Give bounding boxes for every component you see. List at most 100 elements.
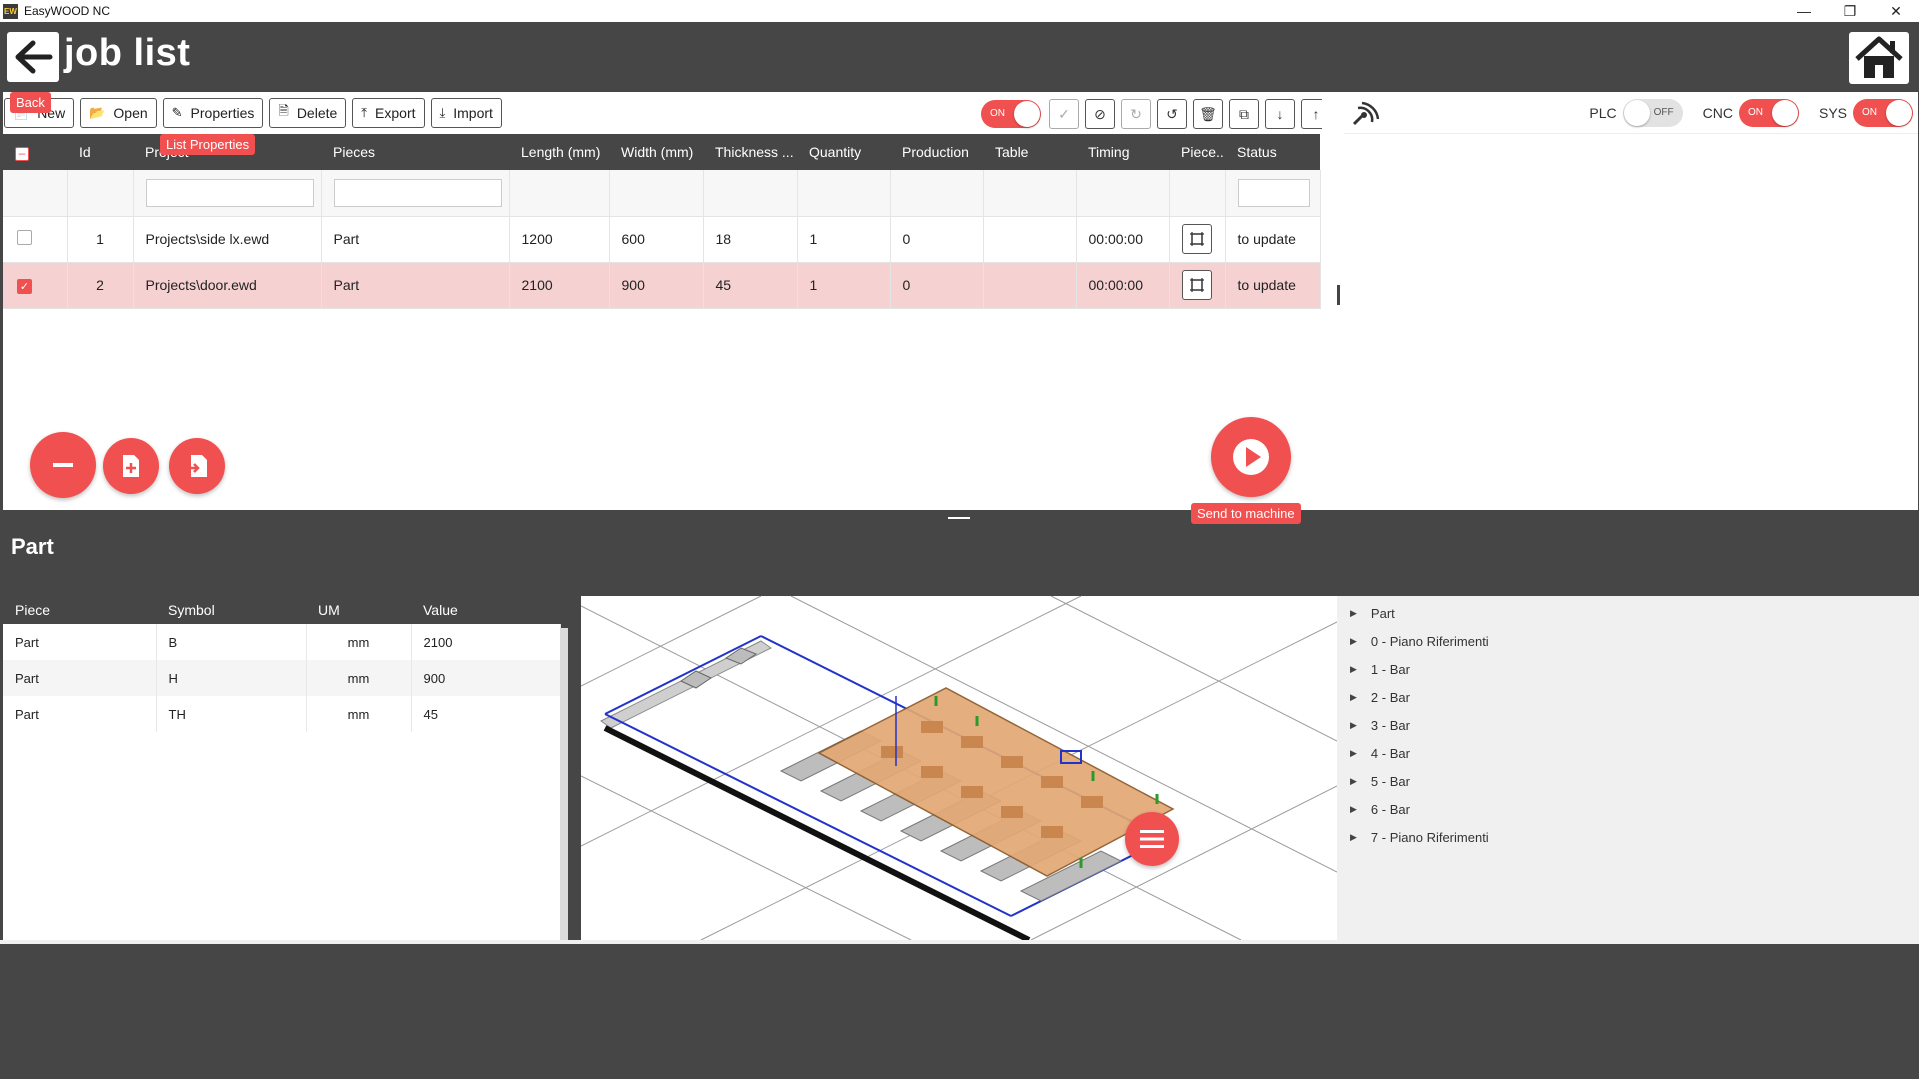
cell-pieces: Part [321,262,510,309]
cell-production: 0 [890,216,984,263]
open-label: Open [113,105,148,121]
file-import-icon [186,455,207,477]
sys-toggle[interactable]: ON [1853,99,1913,127]
machine-3d-viewer[interactable] [581,596,1337,940]
close-window-button[interactable]: ✕ [1873,0,1919,22]
trash-icon: 🗑 [1199,105,1217,122]
trash-icon-button[interactable]: 🗑 [1193,99,1223,129]
viewer-menu-button[interactable] [1125,812,1179,866]
column-header[interactable]: Value [411,596,560,624]
arrow-down-icon: ↓ [1276,106,1284,122]
column-header[interactable]: Status [1225,134,1320,170]
properties-button[interactable]: ✎ Properties [162,98,264,128]
select-all-header[interactable]: – [3,134,67,170]
column-header[interactable]: Length (mm) [509,134,609,170]
horizontal-splitter-handle[interactable] [948,517,970,519]
properties-label: Properties [190,105,255,121]
import-button[interactable]: ⤓ Import [430,98,502,128]
pieces-filter-input[interactable] [333,178,502,207]
expand-caret-icon[interactable]: ▶ [1350,776,1357,787]
bottom-panel-edge [0,940,1337,944]
select-all-checkbox[interactable]: – [15,146,29,161]
restore-button[interactable]: ❐ [1827,0,1873,22]
tree-item[interactable]: ▶ 0 - Piano Riferimenti [1337,627,1919,655]
upload-icon: ⤒ [361,105,368,120]
remove-button[interactable] [30,432,96,498]
add-file-button[interactable] [103,438,159,494]
column-header[interactable]: Symbol [156,596,306,624]
piece-preview-button[interactable] [1181,270,1212,300]
table-row[interactable]: Part B mm 2100 [3,624,561,660]
window-titlebar: EW EasyWOOD NC — ❐ ✕ [0,0,1919,22]
cell-length: 2100 [509,262,610,309]
refresh-icon-button[interactable]: ↻ [1121,99,1151,129]
cell-thickness: 18 [703,216,798,263]
delete-button[interactable]: 🗎 Delete [269,98,347,128]
minimize-button[interactable]: — [1781,0,1827,22]
cell-symbol: H [156,660,307,696]
row-checkbox[interactable]: ✓ [17,278,32,294]
machine-status-bar: PLC OFF CNC ON SYS ON [1344,92,1918,134]
send-to-machine-button[interactable] [1211,417,1291,497]
column-header[interactable]: Pieces [321,134,509,170]
project-filter-input[interactable] [145,178,314,207]
piece-preview-button[interactable] [1181,224,1212,254]
plc-toggle[interactable]: OFF [1622,99,1683,127]
tree-item[interactable]: ▶ 2 - Bar [1337,683,1919,711]
column-header[interactable]: UM [306,596,411,624]
tree-item[interactable]: ▶ 6 - Bar [1337,795,1919,823]
vertical-splitter-handle[interactable] [1337,285,1340,305]
column-header[interactable]: Piece... [1169,134,1225,170]
part-structure-tree: ▶ Part ▶ 0 - Piano Riferimenti ▶ 1 - Bar ▶ 2… [1337,596,1919,944]
column-header[interactable]: Table [983,134,1076,170]
column-header[interactable]: Timing [1076,134,1169,170]
app-logo-icon: EW [3,3,18,19]
column-header[interactable]: Piece [3,596,156,624]
parameters-scrollbar[interactable] [560,628,568,940]
tree-item[interactable]: ▶ 1 - Bar [1337,655,1919,683]
column-header[interactable]: Thickness ... [703,134,797,170]
undo-icon-button[interactable]: ↺ [1157,99,1187,129]
block-icon-button[interactable]: ⊘ [1085,99,1115,129]
cnc-toggle[interactable]: ON [1738,99,1799,127]
home-button[interactable] [1849,32,1909,84]
expand-caret-icon[interactable]: ▶ [1350,804,1357,815]
copy-icon-button[interactable]: ⧉ [1229,99,1259,129]
status-filter-input[interactable] [1237,178,1310,207]
column-header[interactable]: Production [890,134,983,170]
tree-item[interactable]: ▶ Part [1337,599,1919,627]
table-row[interactable]: Part H mm 900 [3,660,561,696]
connection-signal-icon[interactable] [1350,100,1380,128]
expand-caret-icon[interactable]: ▶ [1350,636,1357,647]
tree-item[interactable]: ▶ 4 - Bar [1337,739,1919,767]
table-row[interactable]: Part TH mm 45 [3,696,561,732]
expand-caret-icon[interactable]: ▶ [1350,832,1357,843]
column-header[interactable]: Quantity [797,134,890,170]
expand-caret-icon[interactable]: ▶ [1350,608,1357,619]
expand-caret-icon[interactable]: ▶ [1350,720,1357,731]
import-file-button[interactable] [169,438,225,494]
cell-quantity: 1 [797,216,891,263]
expand-caret-icon[interactable]: ▶ [1350,692,1357,703]
row-checkbox[interactable] [17,230,32,245]
check-icon-button[interactable]: ✓ [1049,99,1079,129]
column-header[interactable]: Width (mm) [609,134,703,170]
cell-value[interactable]: 2100 [411,624,561,660]
table-row[interactable]: ✓ 2 Projects\door.ewd Part 2100 900 45 1… [3,262,1321,309]
expand-caret-icon[interactable]: ▶ [1350,748,1357,759]
cell-value[interactable]: 900 [411,660,561,696]
open-button[interactable]: 📂 Open [80,98,157,128]
cell-value[interactable]: 45 [411,696,561,732]
window-controls: — ❐ ✕ [1781,0,1919,22]
move-down-button[interactable]: ↓ [1265,99,1295,129]
tree-item[interactable]: ▶ 3 - Bar [1337,711,1919,739]
column-header[interactable]: Id [67,134,133,170]
back-button[interactable] [7,32,59,82]
export-button[interactable]: ⤒ Export [352,98,425,128]
expand-caret-icon[interactable]: ▶ [1350,664,1357,675]
list-mode-toggle[interactable]: ON [981,100,1041,128]
tree-item[interactable]: ▶ 5 - Bar [1337,767,1919,795]
cell-timing: 00:00:00 [1076,262,1170,309]
table-row[interactable]: 1 Projects\side lx.ewd Part 1200 600 18 … [3,216,1321,263]
tree-item[interactable]: ▶ 7 - Piano Riferimenti [1337,823,1919,851]
